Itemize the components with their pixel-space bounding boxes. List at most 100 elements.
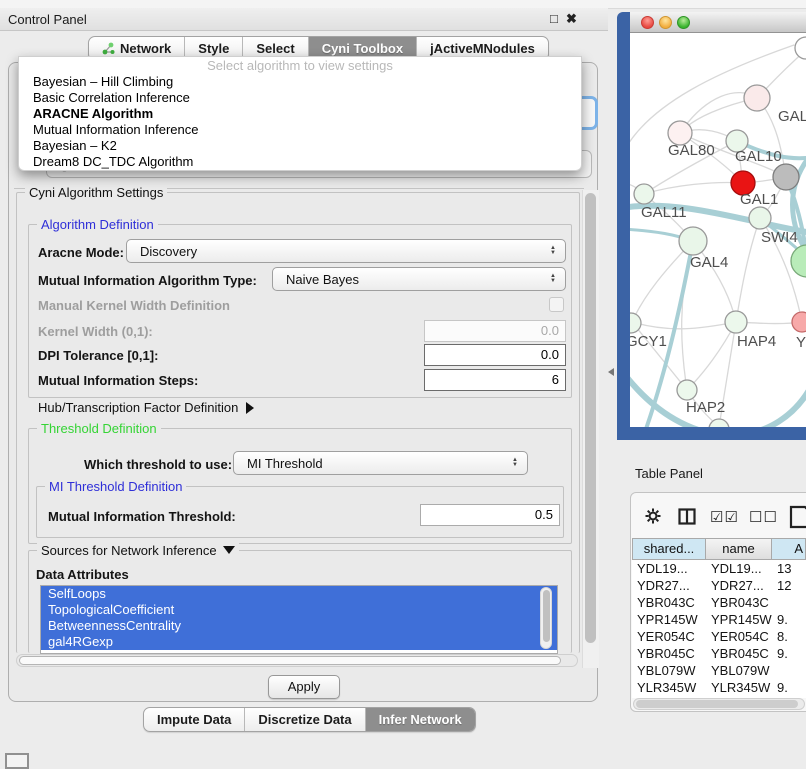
node-label-gcy1: GCY1 xyxy=(630,333,667,350)
algorithm-option-bayesian-hill-climbing[interactable]: Bayesian – Hill Climbing xyxy=(19,74,581,90)
table-row[interactable]: YER054CYER054C8. xyxy=(632,628,806,645)
network-node[interactable] xyxy=(773,164,799,190)
node-label-gal4: GAL4 xyxy=(690,254,728,271)
algorithm-option-mutual-information-inference[interactable]: Mutual Information Inference xyxy=(19,122,581,138)
network-node[interactable] xyxy=(749,207,771,229)
table-row[interactable]: YDL19...YDL19...13 xyxy=(632,560,806,577)
attribute-item[interactable]: gal4RGexp xyxy=(41,634,557,650)
table-cell: 9. xyxy=(772,611,806,628)
table-row[interactable]: YBR043CYBR043C xyxy=(632,594,806,611)
network-icon xyxy=(102,42,115,55)
network-node[interactable] xyxy=(744,85,770,111)
table-cell: YDR27... xyxy=(706,577,772,594)
tab-discretize-data[interactable]: Discretize Data xyxy=(244,708,364,731)
mi-threshold-field[interactable]: 0.5 xyxy=(420,504,560,526)
hub-definition-expander[interactable]: Hub/Transcription Factor Definition xyxy=(38,400,254,415)
tab-infer-network[interactable]: Infer Network xyxy=(365,708,475,731)
network-node[interactable] xyxy=(792,312,806,332)
tab-label: Cyni Toolbox xyxy=(322,41,403,56)
minimize-traffic-icon[interactable] xyxy=(659,16,672,29)
tab-label: Network xyxy=(120,41,171,56)
table-cell: YER054C xyxy=(706,628,772,645)
float-window-icon[interactable]: □ xyxy=(550,11,558,27)
data-attributes-list[interactable]: SelfLoopsTopologicalCoefficientBetweenne… xyxy=(40,585,558,654)
table-cell: YBL079W xyxy=(632,662,706,679)
table-cell: YBR045C xyxy=(632,645,706,662)
algorithm-option-bayesian-k2[interactable]: Bayesian – K2 xyxy=(19,138,581,154)
show-columns-icon[interactable] xyxy=(678,508,696,530)
algorithm-option-aracne-algorithm[interactable]: ARACNE Algorithm xyxy=(19,106,581,122)
attribute-list-scrollbar[interactable] xyxy=(540,587,552,649)
table-cell: 9. xyxy=(772,645,806,662)
function-builder-icon[interactable] xyxy=(789,505,806,529)
table-body: YDL19...YDL19...13YDR27...YDR27...12YBR0… xyxy=(632,560,806,698)
table-row[interactable]: YDR27...YDR27...12 xyxy=(632,577,806,594)
mi-steps-label: Mutual Information Steps: xyxy=(38,373,198,388)
network-node[interactable] xyxy=(677,380,697,400)
dpi-tolerance-label: DPI Tolerance [0,1]: xyxy=(38,348,158,363)
dock-mini-icon[interactable] xyxy=(5,753,29,769)
network-node[interactable] xyxy=(795,37,806,59)
expander-right-icon xyxy=(246,402,254,414)
table-row[interactable]: YBL079WYBL079W xyxy=(632,662,806,679)
apply-button[interactable]: Apply xyxy=(268,675,340,699)
network-window-frame xyxy=(617,12,630,440)
control-panel-title: Control Panel xyxy=(8,12,87,27)
node-label-hap4: HAP4 xyxy=(737,333,776,350)
column-header-name[interactable]: name xyxy=(706,538,772,560)
table-cell: YBR043C xyxy=(706,594,772,611)
table-settings-gear-icon[interactable] xyxy=(644,507,662,530)
which-threshold-label: Which threshold to use: xyxy=(84,457,232,472)
node-label-gal80: GAL80 xyxy=(668,142,715,159)
splitter-collapse-icon[interactable] xyxy=(608,368,614,376)
mi-steps-field[interactable]: 6 xyxy=(424,369,566,391)
table-cell: YBL079W xyxy=(706,662,772,679)
checked-checkboxes-icon[interactable]: ☑☑ xyxy=(710,508,739,526)
network-node[interactable] xyxy=(679,227,707,255)
zoom-traffic-icon[interactable] xyxy=(677,16,690,29)
tab-impute-data[interactable]: Impute Data xyxy=(144,708,244,731)
table-row[interactable]: YBR045CYBR045C9. xyxy=(632,645,806,662)
attribute-item[interactable]: TopologicalCoefficient xyxy=(41,602,557,618)
screen: { "colors": { "selection_blue": "#3f6fd8… xyxy=(0,0,806,762)
tab-label: Select xyxy=(256,41,294,56)
which-threshold-combo[interactable]: MI Threshold ▲▼ xyxy=(233,451,528,475)
node-label-gal7: GAL7 xyxy=(778,108,806,125)
table-cell: YDL19... xyxy=(706,560,772,577)
manual-kernel-label: Manual Kernel Width Definition xyxy=(38,298,230,313)
expander-down-icon[interactable] xyxy=(223,546,235,554)
table-row[interactable]: YPR145WYPR145W9. xyxy=(632,611,806,628)
control-panel-titlebar xyxy=(0,8,608,31)
network-node[interactable] xyxy=(634,184,654,204)
network-node[interactable] xyxy=(725,311,747,333)
settings-hscrollbar[interactable] xyxy=(16,654,578,667)
table-cell: 9. xyxy=(772,679,806,696)
close-traffic-icon[interactable] xyxy=(641,16,654,29)
aracne-mode-combo[interactable]: Discovery ▲▼ xyxy=(126,239,566,263)
network-node[interactable] xyxy=(791,245,806,277)
table-cell: 13 xyxy=(772,560,806,577)
tab-label: Discretize Data xyxy=(258,712,351,727)
table-row[interactable]: YLR345WYLR345W9. xyxy=(632,679,806,696)
network-edge xyxy=(687,322,736,390)
settings-vscrollbar[interactable] xyxy=(582,190,599,668)
network-node[interactable] xyxy=(630,313,641,333)
dpi-tolerance-field[interactable]: 0.0 xyxy=(424,344,566,366)
algorithm-option-dream8-dc-tdc-algorithm[interactable]: Dream8 DC_TDC Algorithm xyxy=(19,154,581,170)
close-window-icon[interactable]: ✖ xyxy=(566,11,577,27)
network-canvas[interactable]: GAL7GAL80GAL10GAL1SWI4GAL11GAL4GCY1HAP4Y… xyxy=(630,33,806,427)
kernel-width-field: 0.0 xyxy=(424,320,566,342)
table-cell xyxy=(772,594,806,611)
column-header-shared[interactable]: shared... xyxy=(632,538,706,560)
unchecked-checkboxes-icon[interactable]: ☐☐ xyxy=(749,508,778,526)
attribute-item[interactable]: BetweennessCentrality xyxy=(41,618,557,634)
mi-type-combo[interactable]: Naive Bayes ▲▼ xyxy=(272,267,566,291)
table-hscrollbar[interactable] xyxy=(633,698,805,710)
algorithm-option-basic-correlation-inference[interactable]: Basic Correlation Inference xyxy=(19,90,581,106)
attribute-item[interactable]: SelfLoops xyxy=(41,586,557,602)
column-header-a[interactable]: A xyxy=(772,538,806,560)
kernel-width-label: Kernel Width (0,1): xyxy=(38,324,153,339)
aracne-mode-value: Discovery xyxy=(127,244,545,259)
network-window-frame xyxy=(617,427,806,440)
node-label-gal1: GAL1 xyxy=(740,191,778,208)
